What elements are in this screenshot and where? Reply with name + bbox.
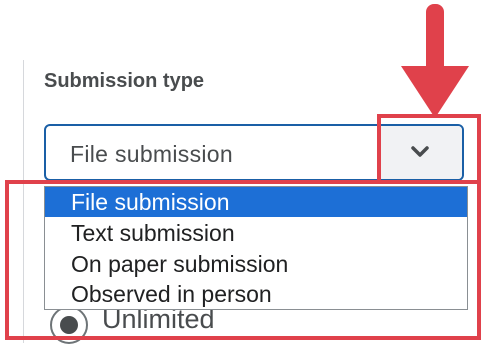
option-file-submission[interactable]: File submission xyxy=(45,187,467,217)
option-observed-in-person[interactable]: Observed in person xyxy=(45,279,467,309)
submission-type-select[interactable]: File submission xyxy=(44,124,464,181)
unlimited-radio[interactable] xyxy=(50,306,88,344)
chevron-down-icon xyxy=(411,146,429,157)
panel-divider xyxy=(23,60,24,343)
option-text-submission[interactable]: Text submission xyxy=(45,218,467,248)
annotation-arrow-icon xyxy=(401,4,469,118)
option-on-paper-submission[interactable]: On paper submission xyxy=(45,249,467,279)
selected-value: File submission xyxy=(70,141,233,167)
dropdown-toggle-button[interactable] xyxy=(377,126,462,179)
submission-type-dropdown-list: File submission Text submission On paper… xyxy=(44,186,468,310)
submission-type-label: Submission type xyxy=(44,70,205,92)
